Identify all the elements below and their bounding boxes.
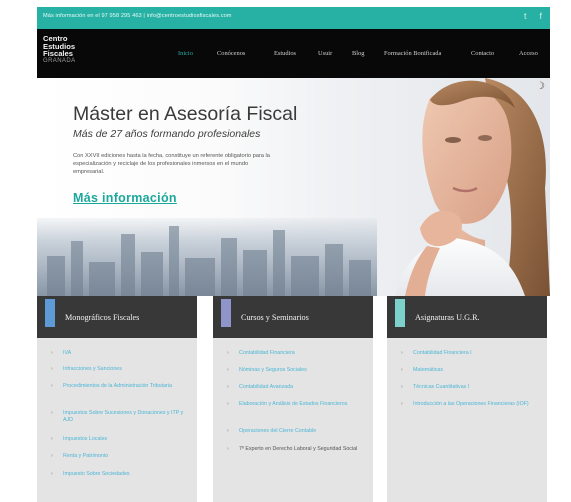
chevron-right-icon: ›	[51, 453, 53, 459]
hero-banner: ☽ Máster en Asesoría Fiscal Más de 27 añ…	[37, 78, 550, 296]
page: Más información en el 97 958 295 463 | i…	[37, 0, 550, 502]
chevron-right-icon: ›	[51, 436, 53, 442]
moon-icon: ☽	[536, 81, 545, 92]
city-skyline-image	[37, 218, 377, 296]
list-item[interactable]: › Impuesto Sobre Sociedades	[51, 471, 191, 478]
chevron-right-icon: ›	[51, 383, 53, 389]
chevron-right-icon: ›	[51, 471, 53, 477]
social-links: t f	[524, 11, 542, 21]
chevron-right-icon: ›	[401, 401, 403, 407]
list-item[interactable]: › Contabilidad Financiera I	[401, 350, 541, 357]
chevron-right-icon: ›	[227, 446, 229, 452]
column-header: Monográficos Fiscales	[37, 296, 197, 338]
chevron-right-icon: ›	[227, 401, 229, 407]
column-title[interactable]: Monográficos Fiscales	[65, 313, 139, 322]
list-item[interactable]: › Contabilidad Avanzada	[227, 384, 367, 391]
facebook-icon[interactable]: f	[539, 11, 542, 21]
twitter-icon[interactable]: t	[524, 11, 527, 21]
main-navigation: Centro Estudios Fiscales GRANADA Inicio …	[37, 29, 550, 78]
chevron-right-icon: ›	[227, 384, 229, 390]
top-info-bar: Más información en el 97 958 295 463 | i…	[37, 7, 550, 29]
nav-item-usuir[interactable]: Usuir	[318, 50, 332, 57]
list-item[interactable]: › Infracciones y Sanciones	[51, 366, 191, 373]
logo-city: GRANADA	[43, 57, 76, 64]
chevron-right-icon: ›	[401, 350, 403, 356]
logo-line-3: Fiscales	[43, 49, 73, 59]
chevron-right-icon: ›	[227, 350, 229, 356]
list-item[interactable]: › Renta y Patrimonio	[51, 453, 191, 460]
chevron-right-icon: ›	[401, 384, 403, 390]
column-title[interactable]: Asignaturas U.G.R.	[415, 313, 480, 322]
woman-portrait-image	[395, 78, 550, 296]
nav-item-acceso[interactable]: Acceso	[519, 50, 538, 57]
column-title[interactable]: Cursos y Seminarios	[241, 313, 309, 322]
nav-item-conocenos[interactable]: Conócenos	[217, 50, 245, 57]
nav-item-contacto[interactable]: Contacto	[471, 50, 494, 57]
chevron-right-icon: ›	[401, 367, 403, 373]
column-header: Asignaturas U.G.R.	[387, 296, 547, 338]
chevron-right-icon: ›	[227, 428, 229, 434]
nav-item-formacion-bonificada[interactable]: Formación Bonificada	[384, 50, 441, 57]
list-item[interactable]: › IVA	[51, 350, 191, 357]
hero-title: Máster en Asesoría Fiscal	[73, 103, 298, 125]
chevron-right-icon: ›	[51, 366, 53, 372]
site-logo[interactable]: Centro Estudios Fiscales GRANADA	[43, 35, 75, 65]
list-item[interactable]: › Contabilidad Financiera	[227, 350, 367, 357]
list-item[interactable]: › Matemáticas	[401, 367, 541, 374]
list-item[interactable]: › Nóminas y Seguros Sociales	[227, 367, 367, 374]
hero-subtitle: Más de 27 años formando profesionales	[73, 128, 261, 140]
hero-description: Con XXVII ediciones hasta la fecha, cons…	[73, 153, 270, 176]
nav-item-estudios[interactable]: Estudios	[274, 50, 296, 57]
list-item[interactable]: › Introducción a las Operaciones Financie…	[401, 401, 541, 408]
list-item[interactable]: › 7º Experto en Derecho Laboral y Segurid…	[227, 446, 367, 453]
bookmark-icon	[221, 299, 231, 327]
list-item[interactable]: › Técnicas Cuantitativas I	[401, 384, 541, 391]
column-header: Cursos y Seminarios	[213, 296, 373, 338]
list-item[interactable]: › Impuestos Locales	[51, 436, 191, 443]
bookmark-icon	[395, 299, 405, 327]
column-monograficos: Monográficos Fiscales › IVA › Infracciones…	[37, 296, 197, 502]
chevron-right-icon: ›	[51, 350, 53, 356]
contact-info: Más información en el 97 958 295 463 | i…	[43, 13, 232, 19]
list-item[interactable]: › Elaboración y Análisis de Estados Finan…	[227, 401, 367, 408]
list-item[interactable]: › Operaciones del Cierre Contable	[227, 428, 367, 435]
nav-item-blog[interactable]: Blog	[352, 50, 364, 57]
chevron-right-icon: ›	[51, 410, 53, 416]
list-item[interactable]: › Procedimientos de la Administración Tri…	[51, 383, 191, 390]
chevron-right-icon: ›	[227, 367, 229, 373]
column-asignaturas: Asignaturas U.G.R. › Contabilidad Financi…	[387, 296, 547, 502]
column-cursos: Cursos y Seminarios › Contabilidad Financ…	[213, 296, 373, 502]
nav-item-inicio[interactable]: Inicio	[178, 50, 193, 57]
list-item[interactable]: › Impuestos Sobre Sucesiones y Donaciones…	[51, 410, 191, 425]
bookmark-icon	[45, 299, 55, 327]
more-info-link[interactable]: Más información	[73, 191, 177, 205]
